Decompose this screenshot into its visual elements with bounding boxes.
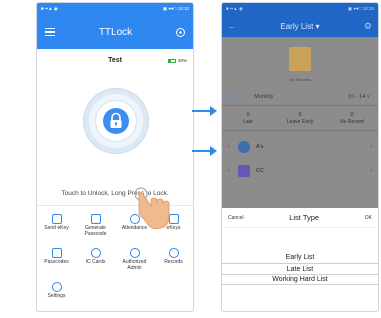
padlock-icon	[110, 112, 122, 128]
option-early-list[interactable]: Early List	[222, 252, 378, 263]
generate-passcode-icon	[90, 214, 101, 224]
grid-label: Passcodes	[44, 259, 69, 265]
top-bar: TTLock	[37, 15, 193, 49]
app-title: TTLock	[98, 26, 133, 38]
grid-item-ic-cards[interactable]: IC Cards	[76, 248, 115, 282]
grid-item-passcodes[interactable]: Passcodes	[37, 248, 76, 282]
group-avatar-icon	[238, 141, 250, 153]
status-bar: ■ ••▲ ◉ ▣ ●●□ 18:10	[37, 3, 193, 15]
attendance-body: No Records Daily Monthly 10 - 14 ˅ 0 Lat…	[222, 37, 378, 311]
no-records-text: No Records	[289, 77, 311, 82]
group-name: CC	[256, 168, 264, 174]
unlock-ring[interactable]	[84, 89, 148, 153]
battery-level: 30%	[177, 58, 187, 63]
group-row[interactable]: › A's ›	[222, 137, 378, 157]
list-type-selector[interactable]: Early List ▾	[280, 22, 319, 31]
grid-item-authorized-admin[interactable]: Authorized Admin	[115, 248, 154, 282]
date-range-picker[interactable]: 10 - 14 ˅	[348, 94, 370, 100]
chevron-right-icon: ›	[370, 144, 372, 150]
list-type-options: Early List Late List Working Hard List	[222, 228, 378, 285]
status-icons: ■ ••▲ ◉	[226, 6, 243, 11]
sheet-header: Cancel List Type OK	[222, 208, 378, 228]
list-type-picker-sheet: Cancel List Type OK Early List Late List…	[222, 208, 378, 311]
stat-value: 0	[350, 111, 354, 118]
tab-monthly[interactable]: Monthly	[254, 94, 273, 100]
grid-label: Generate Passcode	[84, 225, 107, 237]
add-lock-icon[interactable]	[176, 27, 185, 37]
grid-item-settings[interactable]: Settings	[37, 282, 76, 311]
grid-item-records[interactable]: Records	[154, 248, 193, 282]
tutorial-canvas: ■ ••▲ ◉ ▣ ●●□ 18:10 TTLock Test 30% Touc…	[0, 0, 381, 318]
period-tabs: Daily Monthly 10 - 14 ˅	[222, 91, 378, 103]
menu-icon[interactable]	[45, 28, 55, 36]
stats-row: 0 Late 0 Leave Early 0 No Record	[222, 105, 378, 131]
group-avatar-icon	[238, 165, 250, 177]
chevron-right-icon: ›	[228, 168, 230, 174]
authorized-admin-icon	[129, 248, 140, 258]
gear-icon[interactable]: ⚙	[364, 21, 372, 32]
sheet-title: List Type	[289, 213, 320, 222]
phone-screen-attendance: ■ ••▲ ◉ ▣ ●●□ 18:25 ← Early List ▾ ⚙ No …	[221, 2, 379, 312]
group-name: A's	[256, 144, 264, 150]
phone-screen-lock-detail: ■ ••▲ ◉ ▣ ●●□ 18:10 TTLock Test 30% Touc…	[36, 2, 194, 312]
grid-label: Records	[164, 259, 183, 265]
chevron-right-icon: ›	[370, 168, 372, 174]
tab-daily[interactable]: Daily	[230, 94, 242, 100]
empty-records-icon	[289, 47, 311, 71]
unlock-button[interactable]	[103, 108, 129, 134]
group-row[interactable]: › CC ›	[222, 161, 378, 181]
passcodes-icon	[51, 248, 62, 258]
stat-leave-early: 0 Leave Early	[274, 106, 326, 130]
chevron-right-icon: ›	[228, 144, 230, 150]
status-time: ▣ ●●□ 18:10	[162, 6, 189, 11]
pointer-arrow	[192, 106, 217, 116]
grid-item-generate-passcode[interactable]: Generate Passcode	[76, 214, 115, 248]
grid-label: Send eKey	[44, 225, 69, 231]
battery-indicator: 30%	[167, 58, 187, 63]
send-ekey-icon	[51, 214, 62, 224]
battery-icon	[167, 58, 176, 63]
stat-no-record: 0 No Record	[326, 106, 378, 130]
stat-label: Late	[243, 118, 253, 125]
option-working-hard-list[interactable]: Working Hard List	[222, 274, 378, 285]
stat-value: 0	[298, 111, 302, 118]
status-icons: ■ ••▲ ◉	[41, 6, 58, 11]
stat-late: 0 Late	[222, 106, 274, 130]
option-late-list[interactable]: Late List	[222, 263, 378, 274]
top-bar: ← Early List ▾ ⚙	[222, 15, 378, 37]
stat-value: 0	[246, 111, 250, 118]
app-header: ■ ••▲ ◉ ▣ ●●□ 18:10 TTLock	[37, 3, 193, 49]
grid-label: IC Cards	[85, 259, 106, 265]
status-time: ▣ ●●□ 18:25	[347, 6, 374, 11]
ok-button[interactable]: OK	[365, 215, 372, 221]
grid-label: Settings	[47, 293, 66, 299]
grid-label: Authorized Admin	[122, 259, 147, 271]
status-bar: ■ ••▲ ◉ ▣ ●●□ 18:25	[222, 3, 378, 15]
grid-item-send-ekey[interactable]: Send eKey	[37, 214, 76, 248]
tap-hand-icon	[135, 187, 170, 230]
back-arrow-icon[interactable]: ←	[228, 22, 236, 31]
settings-icon	[51, 282, 62, 292]
ic-cards-icon	[90, 248, 101, 258]
pointer-arrow	[192, 146, 217, 156]
records-icon	[168, 248, 179, 258]
cancel-button[interactable]: Cancel	[228, 215, 244, 221]
stat-label: No Record	[340, 118, 364, 125]
lock-area: Test 30% Touch to Unlock, Long Press to …	[37, 49, 193, 205]
app-header: ■ ••▲ ◉ ▣ ●●□ 18:25 ← Early List ▾ ⚙	[222, 3, 378, 37]
stat-label: Leave Early	[286, 118, 314, 125]
